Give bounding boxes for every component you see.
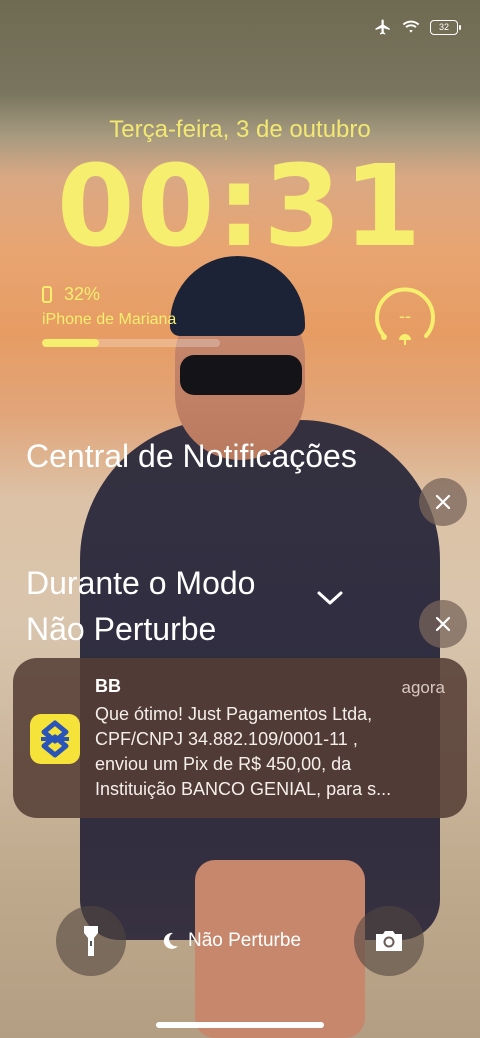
notification-center-title: Central de Notificações (26, 438, 357, 474)
focus-status[interactable]: Não Perturbe (160, 930, 301, 952)
clear-group-button[interactable] (419, 600, 467, 648)
battery-level-fill (42, 339, 99, 347)
status-bar: 32 (374, 18, 461, 36)
moon-icon (163, 932, 178, 949)
battery-level-bar (42, 339, 220, 347)
battery-percent: 32% (64, 284, 101, 304)
flashlight-icon (84, 926, 98, 956)
notification-card[interactable]: BB agora Que ótimo! Just Pagamentos Ltda… (13, 658, 467, 818)
close-icon (435, 616, 451, 632)
wifi-icon (402, 20, 420, 33)
home-indicator[interactable] (156, 1022, 324, 1028)
airplane-icon (375, 19, 390, 35)
bb-logo-icon (30, 714, 80, 764)
lock-clock: 00:31 (56, 142, 424, 272)
ring-widget[interactable]: -- (372, 284, 438, 350)
lock-date: Terça-feira, 3 de outubro (109, 116, 371, 143)
focus-label: Não Perturbe (188, 930, 302, 951)
dnd-group-title: Durante o Modo Não Perturbe (26, 565, 256, 647)
camera-button[interactable] (354, 906, 424, 976)
battery-icon: 32 (430, 19, 461, 35)
camera-icon (376, 931, 402, 951)
battery-widget[interactable]: 32% iPhone de Mariana (42, 284, 220, 347)
battery-device-name: iPhone de Mariana (42, 311, 177, 328)
wallpaper-sunglasses (180, 355, 302, 395)
phone-icon (42, 286, 52, 303)
notification-time: agora (401, 678, 445, 697)
clear-all-button[interactable] (419, 478, 467, 526)
notification-app-name: BB (95, 676, 121, 696)
ring-widget-value: -- (399, 306, 411, 326)
chevron-down-icon[interactable] (316, 588, 344, 608)
notification-body: Que ótimo! Just Pagamentos Ltda, CPF/CNP… (95, 704, 392, 799)
close-icon (435, 494, 451, 510)
flashlight-button[interactable] (56, 906, 126, 976)
